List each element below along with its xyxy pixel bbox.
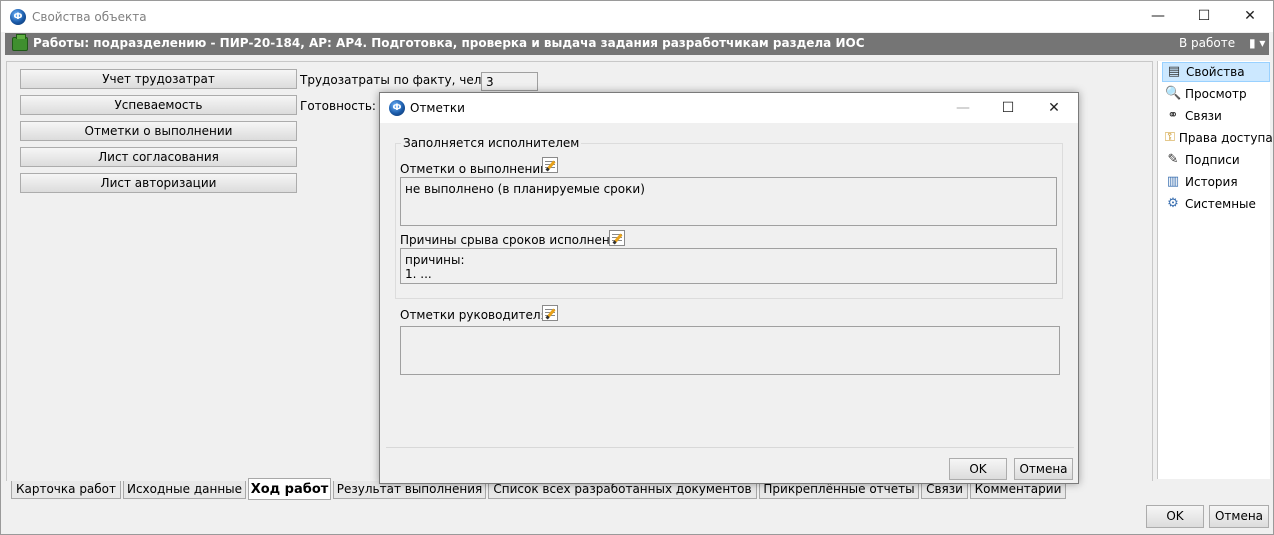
close-button[interactable]: ✕ <box>1227 1 1273 31</box>
sidebar-item-view[interactable]: 🔍 Просмотр <box>1162 84 1270 104</box>
sidebar-item-links[interactable]: ⚭ Связи <box>1162 106 1270 126</box>
tab-source-data[interactable]: Исходные данные <box>123 481 246 499</box>
dialog-ok-button[interactable]: OK <box>949 458 1007 480</box>
sidebar-item-system[interactable]: ⚙ Системные <box>1162 194 1270 214</box>
manager-marks-field[interactable] <box>400 326 1060 375</box>
tab-work-card[interactable]: Карточка работ <box>11 481 121 499</box>
dialog-minimize-button[interactable]: — <box>940 93 986 123</box>
cancel-button[interactable]: Отмена <box>1209 505 1269 528</box>
object-title: Работы: подразделению - ПИР-20-184, АР: … <box>33 36 865 50</box>
sidebar-item-history[interactable]: ▥ История <box>1162 172 1270 192</box>
history-icon: ▥ <box>1166 174 1180 189</box>
dialog-cancel-button[interactable]: Отмена <box>1014 458 1073 480</box>
sidebar-item-properties[interactable]: ▤ Свойства <box>1162 62 1270 82</box>
sidebar-item-signatures[interactable]: ✎ Подписи <box>1162 150 1270 170</box>
maximize-button[interactable]: ☐ <box>1181 1 1227 31</box>
edit-delay-reasons-icon[interactable] <box>609 230 625 246</box>
sidebar-item-label: Просмотр <box>1185 87 1247 101</box>
labor-field[interactable]: 3 <box>481 72 538 91</box>
completion-marks-button[interactable]: Отметки о выполнении <box>20 121 297 141</box>
executor-group-title: Заполняется исполнителем <box>401 136 582 150</box>
sidebar-item-label: История <box>1185 175 1238 189</box>
sidebar-item-label: Подписи <box>1185 153 1240 167</box>
sidebar-item-label: Системные <box>1185 197 1256 211</box>
ok-button[interactable]: OK <box>1146 505 1204 528</box>
edit-manager-marks-icon[interactable] <box>542 305 558 321</box>
manager-marks-label: Отметки руководителя: <box>400 308 552 322</box>
object-header: Работы: подразделению - ПИР-20-184, АР: … <box>5 33 1269 55</box>
dialog-title-bar[interactable]: Ф Отметки — ☐ ✕ <box>380 93 1078 123</box>
tab-work-progress[interactable]: Ход работ <box>248 478 331 500</box>
status-dropdown[interactable]: В работе ▮ ▾ <box>1179 36 1265 50</box>
labor-label: Трудозатраты по факту, чел. час <box>300 73 511 87</box>
status-label: В работе <box>1179 36 1236 50</box>
dialog-title: Отметки <box>410 101 465 115</box>
sidebar-item-label: Права доступа <box>1178 131 1273 145</box>
sidebar-item-label: Связи <box>1185 109 1222 123</box>
window-title: Свойства объекта <box>32 10 147 24</box>
completion-marks-field[interactable]: не выполнено (в планируемые сроки) <box>400 177 1057 226</box>
marks-dialog: Ф Отметки — ☐ ✕ Заполняется исполнителем… <box>379 92 1079 484</box>
sidebar-item-access-rights[interactable]: ⚿ Права доступа <box>1162 128 1273 148</box>
link-icon: ⚭ <box>1167 108 1179 123</box>
minimize-button[interactable]: — <box>1135 1 1181 31</box>
readiness-label: Готовность: <box>300 99 376 113</box>
work-folder-icon <box>12 34 28 51</box>
sidebar: ▤ Свойства 🔍 Просмотр ⚭ Связи ⚿ Права до… <box>1157 61 1273 479</box>
app-logo-icon: Ф <box>10 9 26 25</box>
pen-icon: ✎ <box>1167 152 1179 167</box>
properties-icon: ▤ <box>1167 64 1181 79</box>
magnifier-icon: 🔍 <box>1165 86 1182 101</box>
edit-completion-marks-icon[interactable] <box>542 157 558 173</box>
delay-reasons-field[interactable]: причины: 1. ... <box>400 248 1057 284</box>
dialog-app-icon: Ф <box>389 100 405 116</box>
dialog-close-button[interactable]: ✕ <box>1031 93 1077 123</box>
status-menu-icon: ▮ ▾ <box>1248 36 1266 50</box>
approval-sheet-button[interactable]: Лист согласования <box>20 147 297 167</box>
system-icon: ⚙ <box>1167 196 1179 211</box>
completion-marks-label: Отметки о выполнении <box>400 162 548 176</box>
progress-button[interactable]: Успеваемость <box>20 95 297 115</box>
title-bar[interactable]: Ф Свойства объекта — ☐ ✕ <box>1 1 1273 32</box>
authorization-sheet-button[interactable]: Лист авторизации <box>20 173 297 193</box>
delay-reasons-label: Причины срыва сроков исполнения <box>400 233 625 247</box>
key-icon: ⚿ <box>1165 130 1175 145</box>
labor-accounting-button[interactable]: Учет трудозатрат <box>20 69 297 89</box>
sidebar-item-label: Свойства <box>1186 65 1245 79</box>
dialog-divider <box>386 447 1074 448</box>
dialog-maximize-button[interactable]: ☐ <box>985 93 1031 123</box>
